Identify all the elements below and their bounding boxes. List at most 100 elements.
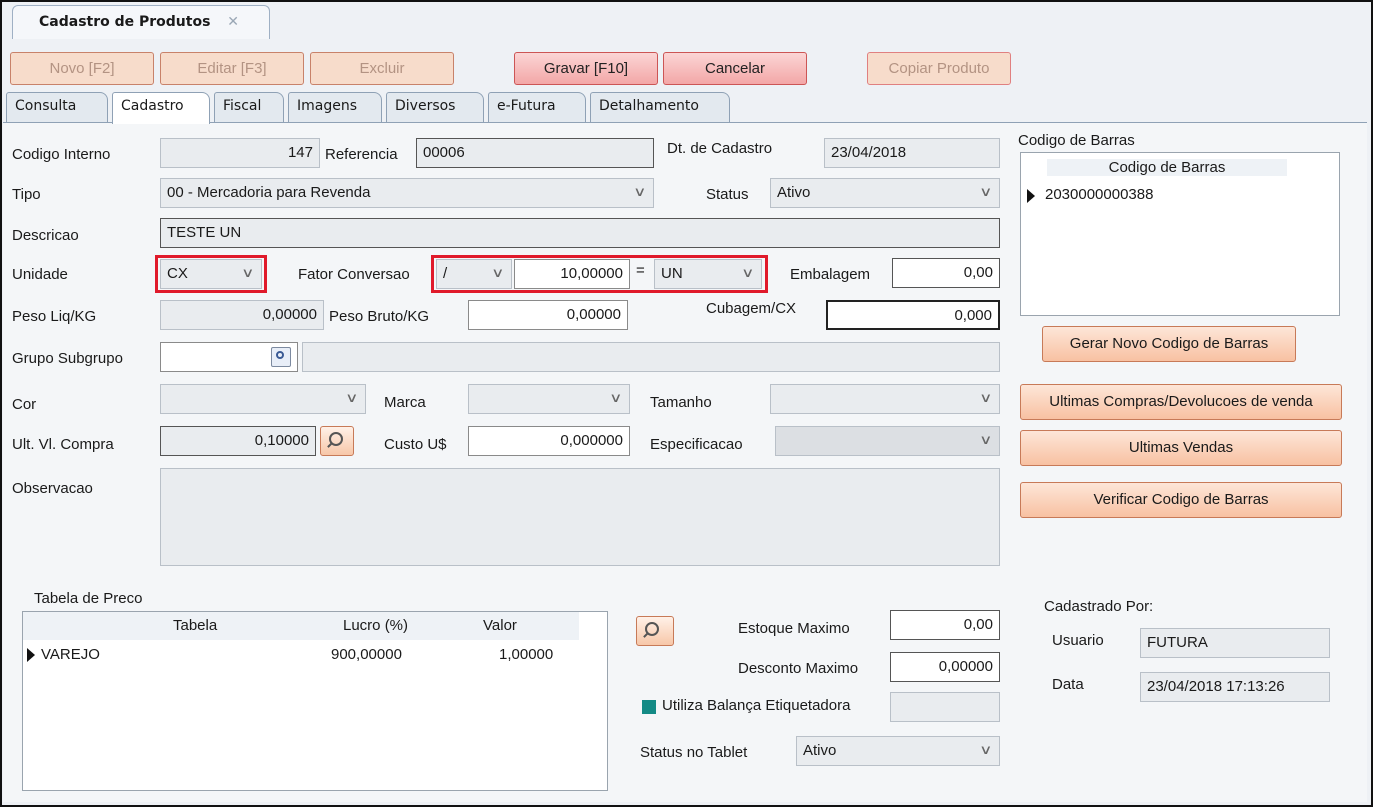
status-tablet-label: Status no Tablet	[640, 744, 748, 761]
fator-operator-select[interactable]: /	[436, 259, 512, 289]
especificacao-select[interactable]	[775, 426, 1000, 456]
editar-button[interactable]: Editar [F3]	[160, 52, 304, 85]
search-icon	[276, 351, 284, 359]
codigo-interno-label: Codigo Interno	[12, 146, 111, 163]
referencia-label: Referencia	[325, 146, 398, 163]
desconto-maximo-label: Desconto Maximo	[738, 660, 859, 677]
dt-cadastro-field: 23/04/2018	[824, 138, 1000, 168]
tab-imagens[interactable]: Imagens	[288, 92, 382, 122]
preco-row-tabela[interactable]: VAREJO	[41, 646, 100, 663]
data-field: 23/04/2018 17:13:26	[1140, 672, 1330, 702]
ultimas-compras-button[interactable]: Ultimas Compras/Devolucoes de venda	[1020, 384, 1342, 420]
status-tablet-value: Ativo	[803, 742, 837, 759]
codigo-interno-field: 147	[160, 138, 320, 168]
tamanho-label: Tamanho	[650, 394, 712, 411]
novo-button[interactable]: Novo [F2]	[10, 52, 154, 85]
cadastrado-por-label: Cadastrado Por:	[1044, 598, 1154, 615]
usuario-field: FUTURA	[1140, 628, 1330, 658]
especificacao-label: Especificacao	[650, 436, 743, 453]
ult-vl-compra-field: 0,10000	[160, 426, 316, 456]
tipo-select[interactable]: 00 - Mercadoria para Revenda	[160, 178, 654, 208]
preco-row-valor[interactable]: 1,00000	[499, 646, 553, 663]
tab-cadastro[interactable]: Cadastro	[112, 92, 210, 124]
close-icon[interactable]: ✕	[227, 14, 239, 30]
usuario-label: Usuario	[1052, 632, 1104, 649]
cubagem-label: Cubagem/CX	[706, 300, 797, 317]
fator-valor-field[interactable]: 10,00000	[514, 259, 630, 289]
tipo-label: Tipo	[12, 186, 41, 203]
tamanho-select[interactable]	[770, 384, 1000, 414]
col-lucro: Lucro (%)	[343, 617, 409, 634]
grupo-subgrupo-description	[302, 342, 1000, 372]
fator-unidade-select[interactable]: UN	[654, 259, 762, 289]
tab-e-futura[interactable]: e-Futura	[488, 92, 586, 122]
tab-consulta[interactable]: Consulta	[6, 92, 108, 122]
barcode-group-label: Codigo de Barras	[1018, 132, 1135, 149]
ult-vl-compra-label: Ult. Vl. Compra	[12, 436, 114, 453]
status-tablet-select[interactable]: Ativo	[796, 736, 1000, 766]
tabela-preco-grid[interactable]: Tabela Lucro (%) Valor VAREJO 900,00000 …	[22, 611, 608, 791]
fator-operator-value: /	[443, 265, 448, 282]
gerar-codigo-button[interactable]: Gerar Novo Codigo de Barras	[1042, 326, 1296, 362]
document-tab[interactable]: Cadastro de Produtos ✕	[12, 5, 270, 39]
preco-search-icon[interactable]	[636, 616, 674, 646]
unidade-value: CX	[167, 265, 188, 282]
balanca-label: Utiliza Balança Etiquetadora	[662, 697, 851, 714]
tab-diversos[interactable]: Diversos	[386, 92, 484, 122]
balanca-checkbox[interactable]	[642, 700, 656, 714]
data-label: Data	[1052, 676, 1084, 693]
descricao-field[interactable]: TESTE UN	[160, 218, 1000, 248]
embalagem-field[interactable]: 0,00	[892, 258, 1000, 288]
custo-field[interactable]: 0,000000	[468, 426, 630, 456]
custo-label: Custo U$	[384, 436, 447, 453]
tipo-value: 00 - Mercadoria para Revenda	[167, 184, 371, 201]
tab-detalhamento[interactable]: Detalhamento	[590, 92, 730, 122]
fator-conversao-label: Fator Conversao	[298, 266, 410, 283]
status-value: Ativo	[777, 184, 811, 201]
marca-label: Marca	[384, 394, 426, 411]
gravar-button[interactable]: Gravar [F10]	[514, 52, 658, 85]
status-label: Status	[706, 186, 749, 203]
status-select[interactable]: Ativo	[770, 178, 1000, 208]
estoque-maximo-field[interactable]: 0,00	[890, 610, 1000, 640]
cubagem-field[interactable]: 0,000	[826, 300, 1000, 330]
desconto-maximo-field[interactable]: 0,00000	[890, 652, 1000, 682]
estoque-maximo-label: Estoque Maximo	[738, 620, 850, 637]
cor-select[interactable]	[160, 384, 366, 414]
col-valor: Valor	[483, 617, 517, 634]
peso-bruto-field[interactable]: 0,00000	[468, 300, 628, 330]
verificar-codigo-button[interactable]: Verificar Codigo de Barras	[1020, 482, 1342, 518]
peso-liq-field: 0,00000	[160, 300, 324, 330]
observacao-textarea[interactable]	[160, 468, 1000, 566]
unidade-label: Unidade	[12, 266, 68, 283]
row-pointer-icon	[27, 648, 35, 662]
peso-bruto-label: Peso Bruto/KG	[329, 308, 430, 325]
barcode-column-header: Codigo de Barras	[1047, 159, 1287, 176]
unidade-select[interactable]: CX	[160, 259, 262, 289]
row-pointer-icon	[1027, 189, 1035, 203]
col-tabela: Tabela	[173, 617, 218, 634]
grupo-search-icon[interactable]	[271, 347, 291, 367]
fator-unidade-value: UN	[661, 265, 683, 282]
excluir-button[interactable]: Excluir	[310, 52, 454, 85]
tab-fiscal[interactable]: Fiscal	[214, 92, 284, 122]
tabela-preco-label: Tabela de Preco	[34, 590, 143, 607]
ultimas-vendas-button[interactable]: Ultimas Vendas	[1020, 430, 1342, 466]
preco-row-lucro[interactable]: 900,00000	[331, 646, 402, 663]
referencia-field[interactable]: 00006	[416, 138, 654, 168]
observacao-label: Observacao	[12, 480, 93, 497]
grupo-subgrupo-label: Grupo Subgrupo	[12, 350, 123, 367]
cancelar-button[interactable]: Cancelar	[663, 52, 807, 85]
ult-compra-search-icon[interactable]	[320, 426, 354, 456]
marca-select[interactable]	[468, 384, 630, 414]
copiar-produto-button[interactable]: Copiar Produto	[867, 52, 1011, 85]
dt-cadastro-label: Dt. de Cadastro	[667, 140, 773, 157]
barcode-grid[interactable]: Codigo de Barras 2030000000388	[1020, 152, 1340, 316]
peso-liq-label: Peso Liq/KG	[12, 308, 97, 325]
balanca-field	[890, 692, 1000, 722]
barcode-row[interactable]: 2030000000388	[1045, 186, 1153, 203]
descricao-label: Descricao	[12, 227, 79, 244]
document-tab-title: Cadastro de Produtos	[39, 14, 211, 30]
embalagem-label: Embalagem	[790, 266, 871, 283]
equals-sign: =	[636, 262, 645, 279]
